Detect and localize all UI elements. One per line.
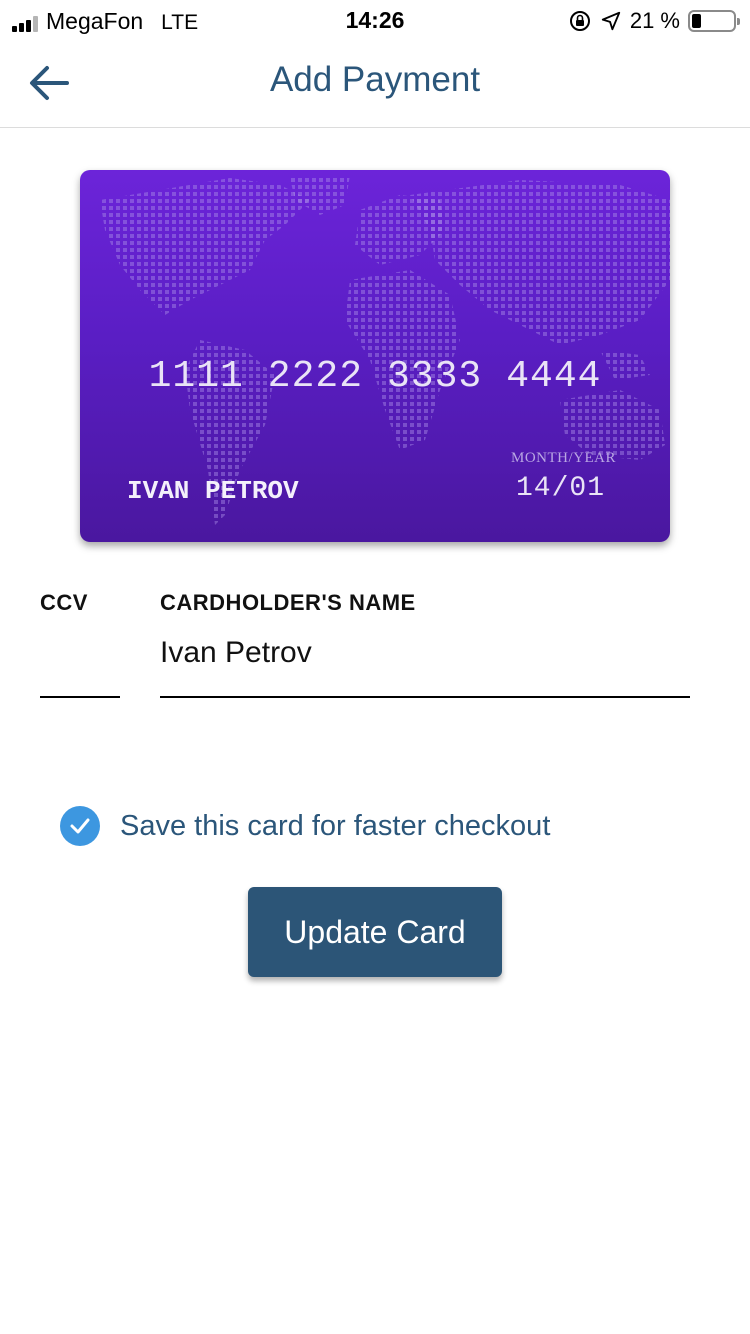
rotation-lock-icon <box>569 11 590 31</box>
battery-percent: 21 % <box>629 8 680 33</box>
status-right: 21 % <box>568 8 740 34</box>
expiry-value: 14/01 <box>516 473 606 504</box>
cardholder-name-label: CARDHOLDER'S NAME <box>160 590 416 615</box>
card-number-group: 2222 <box>267 355 363 398</box>
save-card-label: Save this card for faster checkout <box>120 809 551 842</box>
location-arrow-icon <box>601 11 621 31</box>
card-number-group: 1111 <box>148 355 244 398</box>
nav-bar: Add Payment <box>0 40 750 128</box>
update-card-button[interactable]: Update Card <box>248 887 502 977</box>
expiry-label: MONTH/YEAR <box>511 450 616 466</box>
check-circle-icon <box>60 806 100 846</box>
page-title: Add Payment <box>269 60 481 99</box>
save-card-checkbox[interactable]: Save this card for faster checkout <box>60 806 550 846</box>
battery-icon <box>688 10 740 32</box>
card-number: 1111 2222 3333 4444 <box>80 355 670 398</box>
ccv-input[interactable] <box>40 630 120 698</box>
ccv-label: CCV <box>40 590 88 615</box>
card-number-group: 3333 <box>387 355 483 398</box>
cardholder-name-input[interactable] <box>160 630 690 698</box>
card-holder-name: IVAN PETROV <box>127 476 299 506</box>
credit-card-preview: 1111 2222 3333 4444 IVAN PETROV MONTH/YEAR … <box>80 170 670 542</box>
card-number-group: 4444 <box>506 355 602 398</box>
status-bar: MegaFon LTE 14:26 21 % <box>0 0 750 40</box>
